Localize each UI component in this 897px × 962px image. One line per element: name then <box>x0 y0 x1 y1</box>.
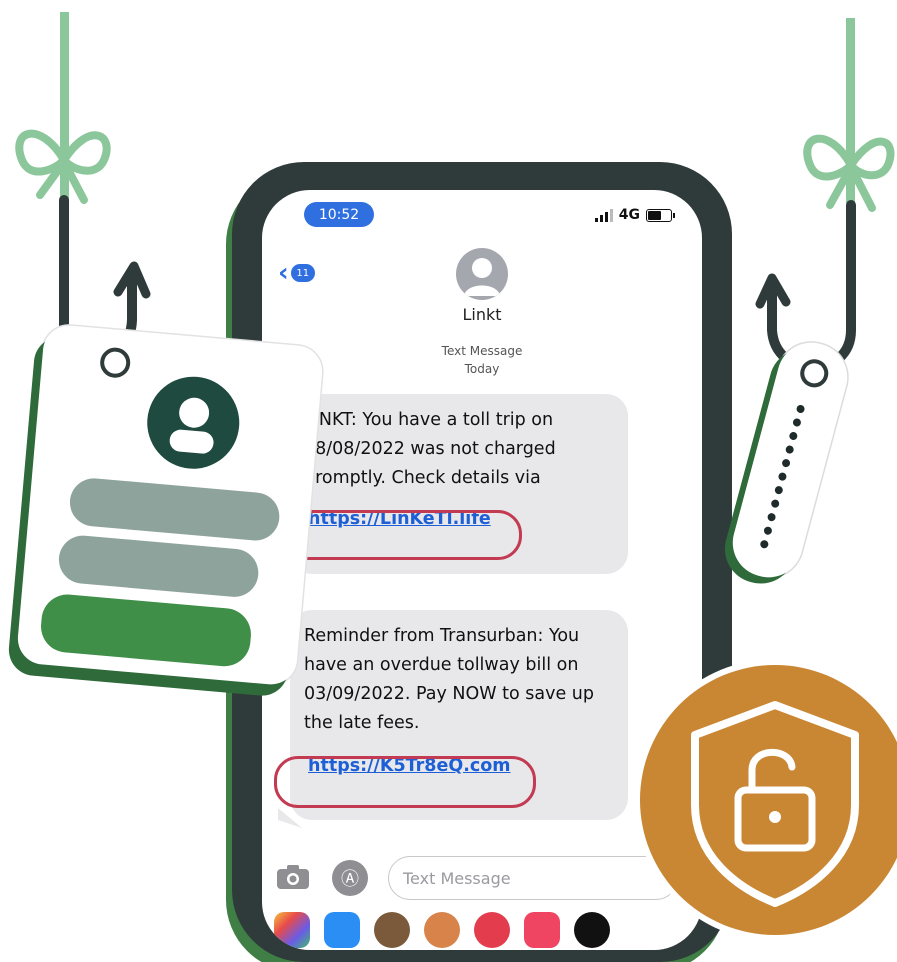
memoji-app-icon[interactable] <box>374 912 410 948</box>
card-hole <box>98 346 132 379</box>
user-icon <box>169 397 214 454</box>
status-indicators: 4G <box>594 207 675 223</box>
thread-type: Text Message <box>441 344 523 358</box>
tag-hole <box>797 356 832 391</box>
camera-button[interactable] <box>276 864 310 890</box>
card-line <box>38 592 254 669</box>
contact-name[interactable]: Linkt <box>262 305 702 324</box>
suspicious-link-highlight <box>274 756 536 808</box>
camera-icon <box>277 865 309 889</box>
status-time: 10:52 <box>304 202 374 227</box>
app-store-icon: Ⓐ <box>341 869 359 890</box>
music-app-icon[interactable] <box>524 912 560 948</box>
profile-card-illustration <box>15 323 325 687</box>
chevron-left-icon: ‹ <box>278 258 289 288</box>
battery-icon <box>646 208 675 222</box>
app-store-button[interactable]: Ⓐ <box>332 860 368 896</box>
message-text: Reminder from Transurban: You have an ov… <box>304 626 594 733</box>
card-line <box>56 533 261 599</box>
unread-count-badge: 11 <box>290 264 315 282</box>
app-drawer <box>262 912 702 950</box>
message-text: LINKT: You have a toll trip on 28/08/202… <box>304 410 556 488</box>
search-web-icon[interactable] <box>474 912 510 948</box>
user-icon <box>464 258 500 296</box>
photos-app-icon[interactable] <box>274 912 310 948</box>
signal-icon <box>594 208 613 222</box>
security-badge <box>640 665 897 935</box>
card-line <box>67 476 282 543</box>
phone-screen: 10:52 4G ‹ 11 Linkt Text Message Today L… <box>262 190 702 950</box>
digital-touch-icon[interactable] <box>574 912 610 948</box>
message-input[interactable]: Text Message <box>388 856 678 900</box>
memoji-stickers-icon[interactable] <box>424 912 460 948</box>
unlock-shield-icon <box>691 701 859 907</box>
back-button[interactable]: ‹ 11 <box>278 260 315 286</box>
contact-avatar[interactable] <box>456 248 508 300</box>
thread-label: Text Message Today <box>262 342 702 378</box>
compose-bar: Ⓐ Text Message <box>262 850 702 910</box>
card-avatar <box>143 372 244 473</box>
suspicious-link-highlight <box>280 510 522 560</box>
password-dots <box>759 404 806 550</box>
app-store-app-icon[interactable] <box>324 912 360 948</box>
network-label: 4G <box>618 207 640 223</box>
thread-date: Today <box>464 362 500 376</box>
